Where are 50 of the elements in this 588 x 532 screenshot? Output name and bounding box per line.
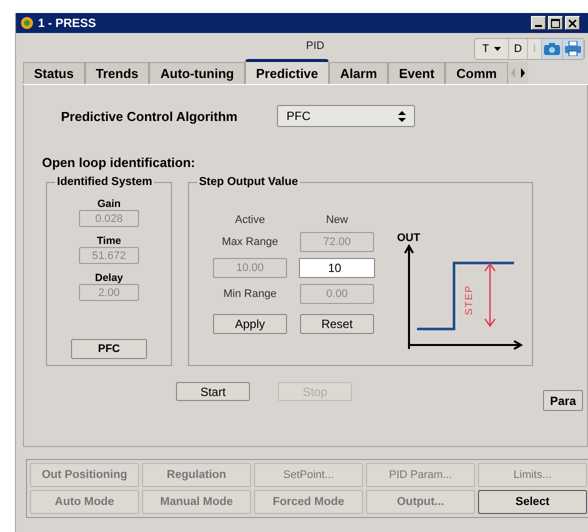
readonly-field: 0.028 <box>79 210 139 227</box>
readonly-field: 0.00 <box>300 284 374 304</box>
action-button[interactable]: Start <box>176 382 250 401</box>
group-title: Step Output Value <box>198 176 300 188</box>
apply-button[interactable]: Apply <box>213 314 287 334</box>
print-button[interactable] <box>563 38 584 58</box>
tab[interactable]: Status <box>23 62 85 84</box>
toolbar-button[interactable]: D <box>508 38 528 58</box>
input-field[interactable]: 10 <box>299 258 375 278</box>
step-arrow <box>484 262 496 328</box>
field-label: Delay <box>94 272 124 284</box>
camera-button[interactable] <box>542 38 563 58</box>
readonly-field: 51.672 <box>79 247 139 264</box>
tab[interactable]: Comm <box>445 62 508 84</box>
tab[interactable]: Alarm <box>329 62 388 84</box>
tab[interactable]: Event <box>388 62 446 84</box>
close-icon <box>568 18 577 28</box>
column-header: New <box>326 214 348 226</box>
readonly-field: 2.00 <box>79 284 139 301</box>
printer-icon <box>565 41 581 56</box>
caret-icon <box>494 46 501 50</box>
tab[interactable]: Auto-tuning <box>149 62 245 84</box>
maximize-button[interactable] <box>548 16 563 30</box>
header-label: PID <box>306 40 324 52</box>
tab[interactable]: Trends <box>84 62 150 84</box>
axis-label: OUT <box>397 232 420 244</box>
close-button[interactable] <box>565 16 580 30</box>
field-label: Min Range <box>223 288 277 300</box>
column-header: Active <box>235 214 265 226</box>
step-label: STEP <box>465 284 476 316</box>
para-button[interactable]: Para <box>542 390 583 411</box>
field-label: Gain <box>97 198 121 210</box>
algorithm-label: Predictive Control Algorithm <box>61 108 238 124</box>
camera-icon <box>544 42 560 55</box>
field-label: Max Range <box>222 236 278 248</box>
window-title: 1 - PRESS <box>38 16 96 30</box>
command-button[interactable]: Select <box>478 490 587 514</box>
readonly-field: 10.00 <box>213 258 287 278</box>
tab[interactable]: Predictive <box>245 59 330 84</box>
maximize-icon <box>551 18 560 28</box>
dropdown-button[interactable]: T <box>475 38 509 58</box>
section-title: Open loop identification: <box>42 155 196 170</box>
pfc-button[interactable]: PFC <box>71 339 147 359</box>
group-title: Identified System <box>56 176 154 188</box>
minimize-button[interactable] <box>531 16 546 30</box>
algorithm-select[interactable]: PFC <box>277 105 416 127</box>
reset-button[interactable]: Reset <box>300 314 374 334</box>
field-label: Time <box>96 235 122 247</box>
readonly-field: 72.00 <box>300 232 374 252</box>
spinner-arrows-icon <box>398 110 406 122</box>
